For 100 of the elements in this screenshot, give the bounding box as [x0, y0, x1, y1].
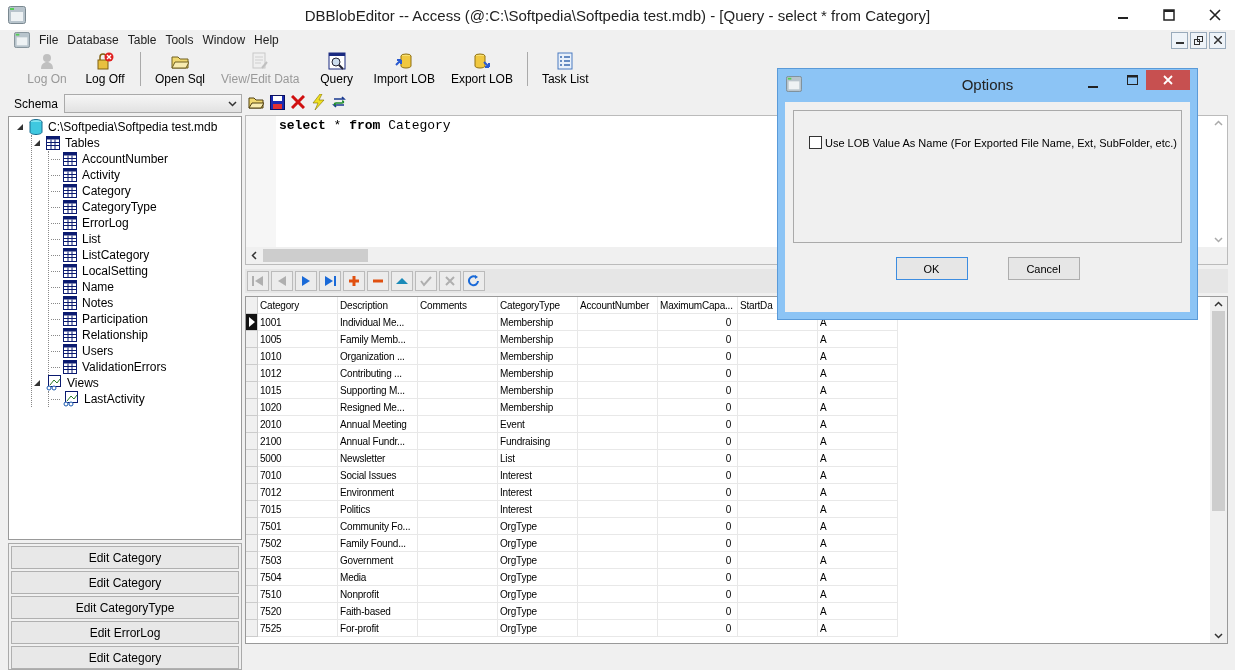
menu-item[interactable]: Database [64, 33, 125, 47]
close-icon[interactable] [1209, 9, 1221, 21]
navigation-button[interactable] [463, 271, 485, 291]
table-cell: 1005 [258, 331, 338, 348]
database-icon [29, 119, 43, 135]
table-cell: OrgType [498, 552, 578, 569]
table-cell: 0 [658, 569, 738, 586]
swap-icon[interactable] [331, 95, 347, 109]
toolbar-button[interactable]: Export LOB [442, 50, 521, 88]
menu-item[interactable]: Window [199, 33, 252, 47]
tree-item[interactable]: Relationship [80, 328, 149, 342]
column-header[interactable]: Category [258, 297, 338, 314]
folder-icon[interactable] [248, 95, 264, 109]
tree-item[interactable]: ErrorLog [80, 216, 129, 230]
tree-item[interactable]: LastActivity [82, 392, 145, 406]
delete-icon[interactable] [291, 95, 305, 109]
magnifier-icon [327, 52, 346, 70]
table-cell: Government [338, 552, 418, 569]
table-cell: 0 [658, 586, 738, 603]
edit-button[interactable]: Edit Category [11, 546, 239, 569]
toolbar-button[interactable]: Open Sql [147, 50, 214, 88]
tree-item[interactable]: AccountNumber [80, 152, 169, 166]
toolbar-button[interactable]: Task List [533, 50, 597, 88]
maximize-icon[interactable] [1127, 75, 1138, 85]
navigation-button[interactable] [343, 271, 365, 291]
table-cell: Membership [498, 399, 578, 416]
toolbar-button[interactable]: Log Off [76, 50, 134, 88]
table-cell: 2100 [258, 433, 338, 450]
edit-button[interactable]: Edit Category [11, 571, 239, 594]
tree-item[interactable]: Name [80, 280, 114, 294]
tree-item[interactable]: Users [80, 344, 114, 358]
navigation-button[interactable] [319, 271, 341, 291]
tree-item[interactable]: Category [80, 184, 131, 198]
table-cell: A [818, 399, 898, 416]
edit-button[interactable]: Edit Category [11, 646, 239, 669]
expander-icon[interactable] [17, 123, 24, 131]
table-cell: OrgType [498, 569, 578, 586]
edit-button[interactable]: Edit CategoryType [11, 596, 239, 619]
dialog-button[interactable]: OK [895, 257, 968, 280]
minimize-button[interactable] [1171, 31, 1188, 49]
table-cell: Environment [338, 484, 418, 501]
menu-item[interactable]: Help [251, 33, 285, 47]
table-cell: Membership [498, 314, 578, 331]
table-cell: OrgType [498, 586, 578, 603]
lightning-icon[interactable] [311, 94, 325, 110]
close-button[interactable] [1209, 31, 1226, 49]
caret-icon [228, 100, 237, 107]
tree-item[interactable]: Views [65, 376, 99, 390]
column-header[interactable]: Description [338, 297, 418, 314]
scroll-thumb[interactable] [263, 249, 368, 262]
scroll-thumb[interactable] [1212, 311, 1225, 511]
edit-button[interactable]: Edit ErrorLog [11, 621, 239, 644]
column-header[interactable]: AccountNumber [578, 297, 658, 314]
tree-item[interactable]: Tables [63, 136, 100, 150]
row-header[interactable] [246, 314, 258, 331]
column-header[interactable]: Comments [418, 297, 498, 314]
table-cell: Resigned Me... [338, 399, 418, 416]
column-header[interactable]: CategoryType [498, 297, 578, 314]
table-icon [63, 280, 77, 294]
tree-item[interactable]: List [80, 232, 101, 246]
table-cell: 0 [658, 365, 738, 382]
table-cell: Interest [498, 501, 578, 518]
maximize-icon[interactable] [1163, 9, 1175, 21]
tree-item[interactable]: ValidationErrors [80, 360, 167, 374]
navigation-button[interactable] [367, 271, 389, 291]
table-cell: A [818, 569, 898, 586]
checkbox-label: Use LOB Value As Name (For Exported File Name, Ext, SubFolder, etc.) [825, 136, 1177, 149]
table-cell: 7503 [258, 552, 338, 569]
tree-item[interactable]: C:\Softpedia\Softpedia test.mdb [46, 120, 218, 134]
save-icon[interactable] [270, 94, 285, 110]
toolbar-button[interactable]: Query [307, 50, 366, 88]
table-cell: 2010 [258, 416, 338, 433]
restore-button[interactable] [1190, 31, 1207, 49]
tree-item[interactable]: Participation [80, 312, 149, 326]
checkbox[interactable] [809, 136, 822, 149]
table-cell: Fundraising [498, 433, 578, 450]
menu-item[interactable]: Tools [162, 33, 200, 47]
tree-item[interactable]: Notes [80, 296, 114, 310]
table-cell: Nonprofit [338, 586, 418, 603]
tree-item[interactable]: CategoryType [80, 200, 157, 214]
dialog-button[interactable]: Cancel [1007, 257, 1080, 280]
tree-item[interactable]: Activity [80, 168, 120, 182]
table-cell: A [818, 450, 898, 467]
navigation-button[interactable] [391, 271, 413, 291]
expander-icon[interactable] [34, 379, 41, 387]
schema-dropdown[interactable] [64, 94, 242, 113]
table-cell: 7010 [258, 467, 338, 484]
table-cell: 7525 [258, 620, 338, 637]
menu-item[interactable]: Table [124, 33, 163, 47]
column-header[interactable]: MaximumCapa... [658, 297, 738, 314]
expander-icon[interactable] [34, 139, 41, 147]
toolbar-button[interactable]: Import LOB [365, 50, 443, 88]
table-cell: A [818, 620, 898, 637]
navigation-button[interactable] [295, 271, 317, 291]
scrollbar[interactable] [1210, 297, 1227, 643]
tree-item[interactable]: ListCategory [80, 248, 150, 262]
list-icon [556, 52, 575, 70]
tree-item[interactable]: LocalSetting [80, 264, 149, 278]
table-cell: 7015 [258, 501, 338, 518]
menu-item[interactable]: File [36, 33, 65, 47]
